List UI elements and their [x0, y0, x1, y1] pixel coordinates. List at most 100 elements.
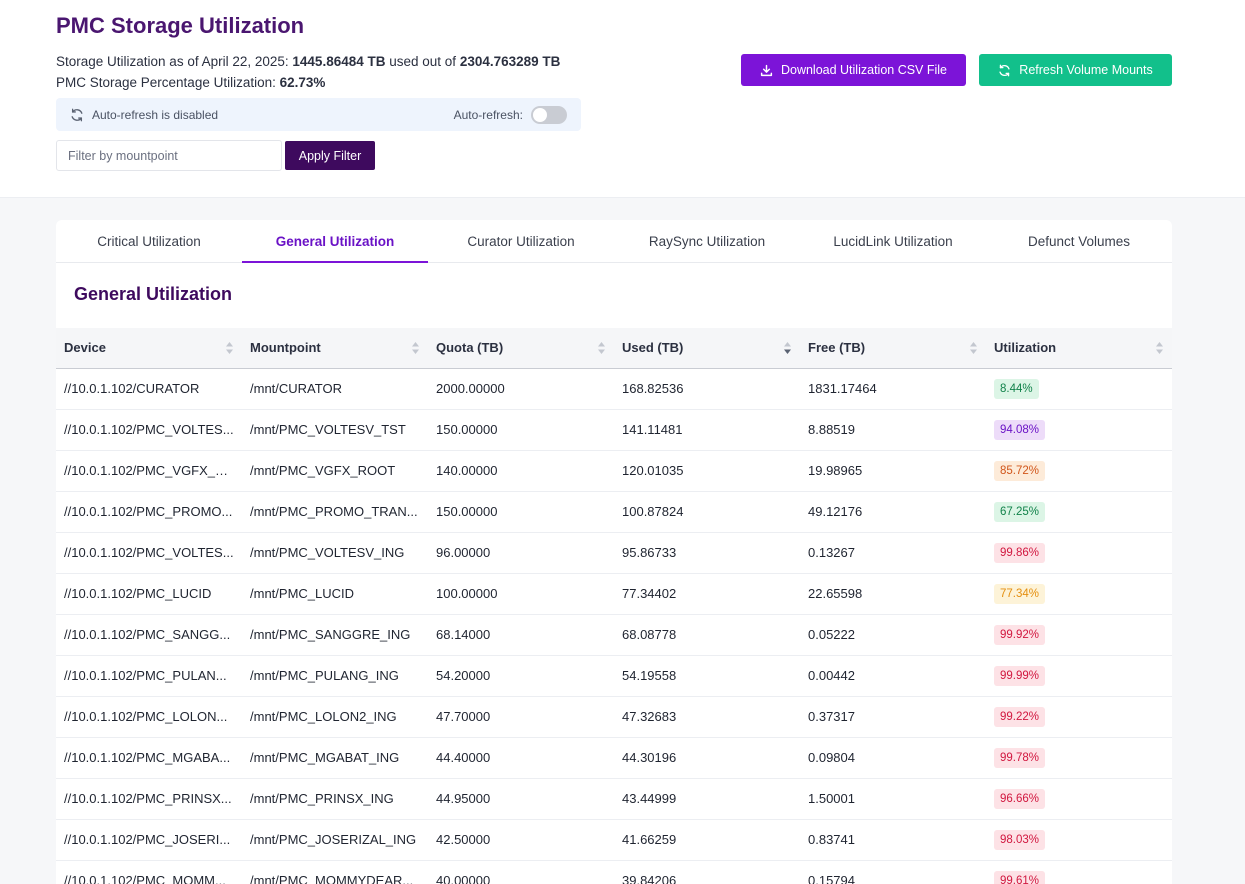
storage-usage-line: Storage Utilization as of April 22, 2025…	[56, 51, 560, 72]
table-row[interactable]: //10.0.1.102/PMC_VOLTES.../mnt/PMC_VOLTE…	[56, 409, 1172, 451]
cell-used: 44.30196	[614, 737, 800, 779]
cell-quota: 2000.00000	[428, 368, 614, 410]
download-csv-button[interactable]: Download Utilization CSV File	[741, 54, 966, 86]
sort-descending-icon	[784, 342, 791, 354]
refresh-mounts-button[interactable]: Refresh Volume Mounts	[979, 54, 1172, 86]
cell-mountpoint: /mnt/PMC_VOLTESV_ING	[242, 532, 428, 574]
auto-refresh-label: Auto-refresh:	[453, 107, 523, 122]
cell-device: //10.0.1.102/PMC_VGFX_R...	[56, 450, 242, 492]
utilization-badge: 8.44%	[994, 378, 1039, 399]
cell-utilization: 8.44%	[986, 368, 1172, 410]
cell-used: 168.82536	[614, 368, 800, 410]
column-header-quota[interactable]: Quota (TB)	[428, 328, 614, 369]
cell-free: 19.98965	[800, 450, 986, 492]
cell-used: 100.87824	[614, 491, 800, 533]
refresh-mounts-label: Refresh Volume Mounts	[1019, 63, 1153, 77]
tab-lucidlink-utilization[interactable]: LucidLink Utilization	[800, 220, 986, 262]
cell-free: 0.37317	[800, 696, 986, 738]
utilization-badge: 99.86%	[994, 542, 1046, 563]
cell-utilization: 99.99%	[986, 655, 1172, 697]
cell-quota: 140.00000	[428, 450, 614, 492]
cell-device: //10.0.1.102/PMC_VOLTES...	[56, 532, 242, 574]
table-row[interactable]: //10.0.1.102/PMC_VOLTES.../mnt/PMC_VOLTE…	[56, 532, 1172, 574]
cell-mountpoint: /mnt/PMC_JOSERIZAL_ING	[242, 819, 428, 861]
tab-raysync-utilization[interactable]: RaySync Utilization	[614, 220, 800, 262]
cell-mountpoint: /mnt/PMC_SANGGRE_ING	[242, 614, 428, 656]
tab-defunct-volumes[interactable]: Defunct Volumes	[986, 220, 1172, 262]
tab-general-utilization[interactable]: General Utilization	[242, 220, 428, 263]
table-row[interactable]: //10.0.1.102/PMC_MGABA.../mnt/PMC_MGABAT…	[56, 737, 1172, 779]
cell-quota: 96.00000	[428, 532, 614, 574]
cell-quota: 42.50000	[428, 819, 614, 861]
apply-filter-button[interactable]: Apply Filter	[285, 141, 375, 170]
utilization-badge: 99.78%	[994, 747, 1046, 768]
table-row[interactable]: //10.0.1.102/PMC_LUCID/mnt/PMC_LUCID 100.…	[56, 573, 1172, 615]
cell-free: 0.83741	[800, 819, 986, 861]
column-label: Utilization	[994, 340, 1057, 356]
column-header-mountpoint[interactable]: Mountpoint	[242, 328, 428, 369]
table-row[interactable]: //10.0.1.102/PMC_JOSERI.../mnt/PMC_JOSER…	[56, 819, 1172, 861]
utilization-badge: 85.72%	[994, 460, 1046, 481]
percent-label: PMC Storage Percentage Utilization:	[56, 75, 276, 90]
utilization-badge: 98.03%	[994, 829, 1046, 850]
cell-used: 68.08778	[614, 614, 800, 656]
cell-quota: 100.00000	[428, 573, 614, 615]
cell-used: 39.84206	[614, 860, 800, 884]
cell-mountpoint: /mnt/PMC_LOLON2_ING	[242, 696, 428, 738]
column-header-utilization[interactable]: Utilization	[986, 328, 1172, 369]
table-row[interactable]: //10.0.1.102/PMC_PULAN.../mnt/PMC_PULANG…	[56, 655, 1172, 697]
cell-utilization: 85.72%	[986, 450, 1172, 492]
sort-icon	[226, 342, 233, 354]
table-row[interactable]: //10.0.1.102/PMC_PRINSX.../mnt/PMC_PRINS…	[56, 778, 1172, 820]
cell-mountpoint: /mnt/PMC_MOMMYDEAR...	[242, 860, 428, 884]
cell-device: //10.0.1.102/PMC_VOLTES...	[56, 409, 242, 451]
sort-icon	[1156, 342, 1163, 354]
mountpoint-filter-input[interactable]	[56, 140, 282, 171]
table-row[interactable]: //10.0.1.102/PMC_MOMM.../mnt/PMC_MOMMYDE…	[56, 860, 1172, 884]
cell-mountpoint: /mnt/PMC_MGABAT_ING	[242, 737, 428, 779]
cell-free: 0.09804	[800, 737, 986, 779]
cell-device: //10.0.1.102/PMC_PRINSX...	[56, 778, 242, 820]
used-value: 1445.86484 TB	[292, 54, 386, 69]
storage-summary: Storage Utilization as of April 22, 2025…	[56, 51, 560, 93]
refresh-icon	[999, 64, 1010, 76]
column-header-free[interactable]: Free (TB)	[800, 328, 986, 369]
column-label: Used (TB)	[622, 340, 684, 356]
utilization-badge: 99.99%	[994, 665, 1046, 686]
cell-used: 95.86733	[614, 532, 800, 574]
cell-quota: 40.00000	[428, 860, 614, 884]
cell-device: //10.0.1.102/PMC_PULAN...	[56, 655, 242, 697]
table-row[interactable]: //10.0.1.102/PMC_VGFX_R.../mnt/PMC_VGFX_…	[56, 450, 1172, 492]
tab-critical-utilization[interactable]: Critical Utilization	[56, 220, 242, 262]
cell-used: 47.32683	[614, 696, 800, 738]
cell-utilization: 99.86%	[986, 532, 1172, 574]
cell-utilization: 67.25%	[986, 491, 1172, 533]
cell-mountpoint: /mnt/PMC_VOLTESV_TST	[242, 409, 428, 451]
table-row[interactable]: //10.0.1.102/PMC_LOLON.../mnt/PMC_LOLON2…	[56, 696, 1172, 738]
cell-used: 54.19558	[614, 655, 800, 697]
auto-refresh-bar: Auto-refresh is disabled Auto-refresh:	[56, 98, 581, 131]
cell-free: 0.05222	[800, 614, 986, 656]
utilization-card: Critical Utilization General Utilization…	[56, 220, 1172, 884]
cell-utilization: 99.78%	[986, 737, 1172, 779]
utilization-tabs: Critical Utilization General Utilization…	[56, 220, 1172, 263]
table-row[interactable]: //10.0.1.102/PMC_SANGG.../mnt/PMC_SANGGR…	[56, 614, 1172, 656]
table-row[interactable]: //10.0.1.102/PMC_PROMO.../mnt/PMC_PROMO_…	[56, 491, 1172, 533]
cell-free: 8.88519	[800, 409, 986, 451]
column-label: Free (TB)	[808, 340, 866, 356]
refresh-icon	[71, 108, 83, 121]
column-header-device[interactable]: Device	[56, 328, 242, 369]
utilization-badge: 99.22%	[994, 706, 1046, 727]
page-header: PMC Storage Utilization Storage Utilizat…	[0, 0, 1245, 198]
cell-quota: 47.70000	[428, 696, 614, 738]
cell-device: //10.0.1.102/CURATOR	[56, 368, 242, 410]
column-header-used[interactable]: Used (TB)	[614, 328, 800, 369]
auto-refresh-toggle[interactable]	[531, 105, 567, 124]
cell-used: 77.34402	[614, 573, 800, 615]
sort-icon	[412, 342, 419, 354]
section-title: General Utilization	[74, 284, 233, 304]
utilization-table: Device Mountpoint Quota (TB) Used (TB) F…	[56, 328, 1172, 884]
table-row[interactable]: //10.0.1.102/CURATOR/mnt/CURATOR 2000.000…	[56, 368, 1172, 410]
cell-free: 0.15794	[800, 860, 986, 884]
tab-curator-utilization[interactable]: Curator Utilization	[428, 220, 614, 262]
